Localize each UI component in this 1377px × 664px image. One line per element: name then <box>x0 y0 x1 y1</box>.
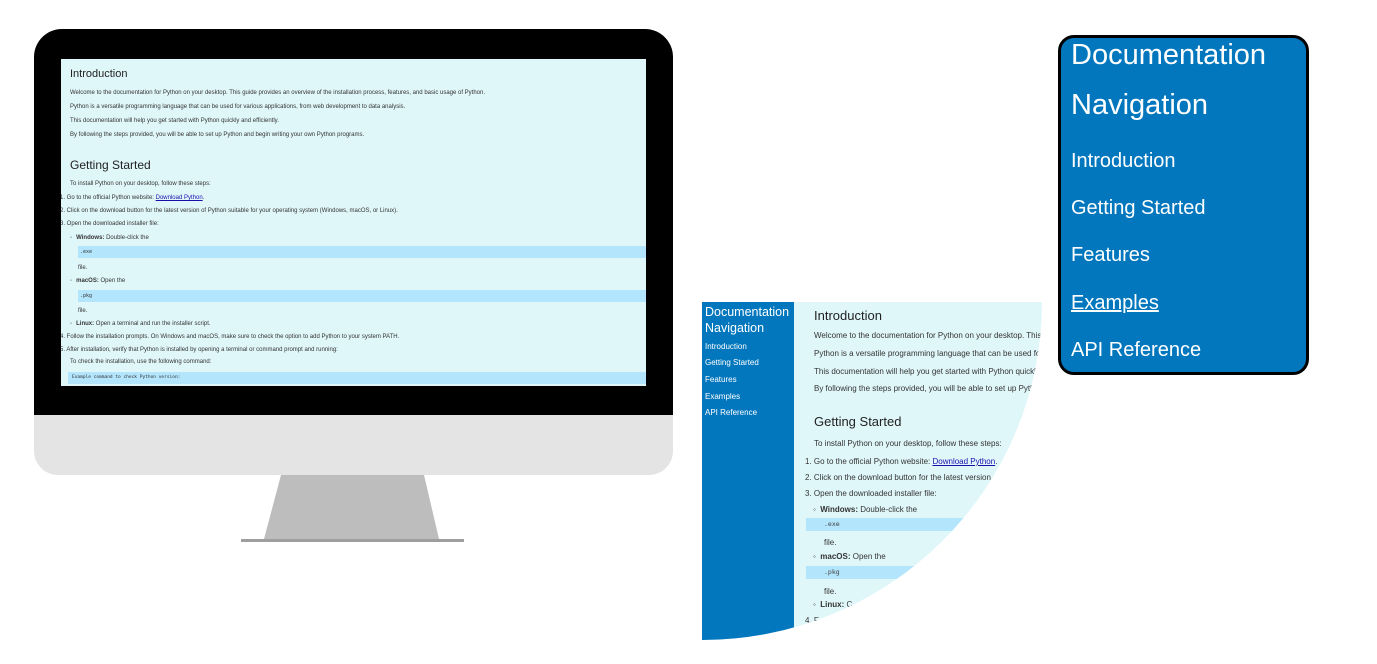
zoom-step-3: 3. Open the downloaded installer file: <box>805 489 937 498</box>
zoom-linux-label: Linux: <box>820 600 845 609</box>
zoom-content: Introduction Welcome to the documentatio… <box>794 302 1042 640</box>
nav-item-api-reference[interactable]: API Reference <box>1071 339 1201 362</box>
zoom-step-4-fragment: 4. F <box>805 616 819 625</box>
zoom-windows-text: Double-click the <box>857 505 918 514</box>
zoom-intro-paragraph-3: This documentation will help you get sta… <box>814 367 1042 376</box>
zoom-windows-item: ◦ Windows: Double-click the <box>813 505 918 514</box>
intro-paragraph-2: Python is a versatile programming langua… <box>70 104 406 110</box>
macos-code: .pkg <box>78 290 646 302</box>
step-1-suffix: . <box>202 195 205 201</box>
linux-text: Open a terminal and run the installer sc… <box>94 321 211 327</box>
getting-started-heading: Getting Started <box>70 158 151 172</box>
zoom-sidebar: Documentation Navigation Introduction Ge… <box>702 302 794 640</box>
step-3: 3. Open the downloaded installer file: <box>61 221 159 227</box>
step-2: 2. Click on the download button for the … <box>61 208 398 214</box>
zoom-windows-code: .exe <box>806 518 1042 531</box>
zoom-sidebar-item-getting-started[interactable]: Getting Started <box>705 358 759 367</box>
check-version-code: Example command to check Python version: <box>68 372 646 384</box>
windows-file-word: file. <box>78 265 88 271</box>
windows-text: Double-click the <box>104 235 149 241</box>
step-5: 5. After installation, verify that Pytho… <box>61 347 338 353</box>
zoom-magnifier: Documentation Navigation Introduction Ge… <box>702 302 1042 640</box>
getting-started-lead: To install Python on your desktop, follo… <box>70 181 211 187</box>
windows-code: .exe <box>78 246 646 258</box>
zoom-macos-text: Open the <box>850 552 886 561</box>
zoom-macos-item: ◦ macOS: Open the <box>813 552 886 561</box>
step-1-text: 1. Go to the official Python website: <box>61 195 156 201</box>
zoom-getting-started-lead: To install Python on your desktop, follo… <box>814 439 1002 448</box>
intro-paragraph-1: Welcome to the documentation for Python … <box>70 90 486 96</box>
zoom-intro-paragraph-4: By following the steps provided, you wil… <box>814 384 1042 393</box>
nav-item-introduction[interactable]: Introduction <box>1071 150 1176 173</box>
intro-paragraph-4: By following the steps provided, you wil… <box>70 132 365 138</box>
linux-label: Linux: <box>76 321 95 327</box>
nav-item-features[interactable]: Features <box>1071 244 1150 267</box>
macos-item: macOS: Open the <box>70 277 125 286</box>
zoom-windows-file-word: file. <box>824 538 837 547</box>
zoom-step-1: 1. Go to the official Python website: Do… <box>805 457 997 466</box>
step-1: 1. Go to the official Python website: Do… <box>61 194 204 203</box>
zoom-macos-file-word: file. <box>824 587 837 596</box>
step-4: 4. Follow the installation prompts. On W… <box>61 334 400 340</box>
zoom-intro-paragraph-2: Python is a versatile programming langua… <box>814 349 1042 358</box>
zoom-download-python-link[interactable]: Download Python <box>932 457 995 466</box>
navigation-callout-panel: Documentation Navigation Introduction Ge… <box>1058 35 1309 375</box>
nav-title-line1: Documentation <box>1071 39 1267 71</box>
download-python-link[interactable]: Download Python <box>156 195 203 201</box>
monitor-stand <box>241 475 464 542</box>
nav-title-line2: Navigation <box>1071 89 1209 121</box>
zoom-sidebar-item-examples[interactable]: Examples <box>705 392 740 401</box>
intro-paragraph-3: This documentation will help you get sta… <box>70 118 279 124</box>
zoom-step-2: 2. Click on the download button for the … <box>805 473 1008 482</box>
monitor-screen: Introduction Welcome to the documentatio… <box>61 59 646 386</box>
macos-text: Open the <box>98 278 126 284</box>
check-installation-text: To check the installation, use the follo… <box>70 359 212 365</box>
zoom-windows-label: Windows: <box>820 505 858 514</box>
nav-item-examples[interactable]: Examples <box>1071 292 1159 315</box>
zoom-linux-item: ◦ Linux: C <box>813 600 853 609</box>
zoom-sidebar-item-features[interactable]: Features <box>705 375 737 384</box>
zoom-sidebar-item-api-reference[interactable]: API Reference <box>705 408 757 417</box>
linux-item: Linux: Open a terminal and run the insta… <box>70 320 211 329</box>
windows-item: Windows: Double-click the <box>70 234 149 243</box>
monitor-chin <box>34 415 673 475</box>
zoom-getting-started-heading: Getting Started <box>814 414 902 429</box>
nav-item-getting-started[interactable]: Getting Started <box>1071 197 1206 220</box>
zoom-intro-paragraph-1: Welcome to the documentation for Python … <box>814 331 1042 340</box>
zoom-macos-code: .pkg <box>806 566 1042 579</box>
zoom-intro-heading: Introduction <box>814 308 882 323</box>
zoom-sidebar-title-line2: Navigation <box>705 321 765 335</box>
zoom-sidebar-item-introduction[interactable]: Introduction <box>705 342 747 351</box>
zoom-step-1-suffix: . <box>995 457 998 466</box>
zoom-linux-text: C <box>844 600 853 609</box>
intro-heading: Introduction <box>70 68 128 80</box>
windows-label: Windows: <box>76 235 105 241</box>
macos-label: macOS: <box>76 278 99 284</box>
macos-file-word: file. <box>78 308 88 314</box>
zoom-macos-label: macOS: <box>820 552 851 561</box>
zoom-step-1-text: 1. Go to the official Python website: <box>805 457 933 466</box>
